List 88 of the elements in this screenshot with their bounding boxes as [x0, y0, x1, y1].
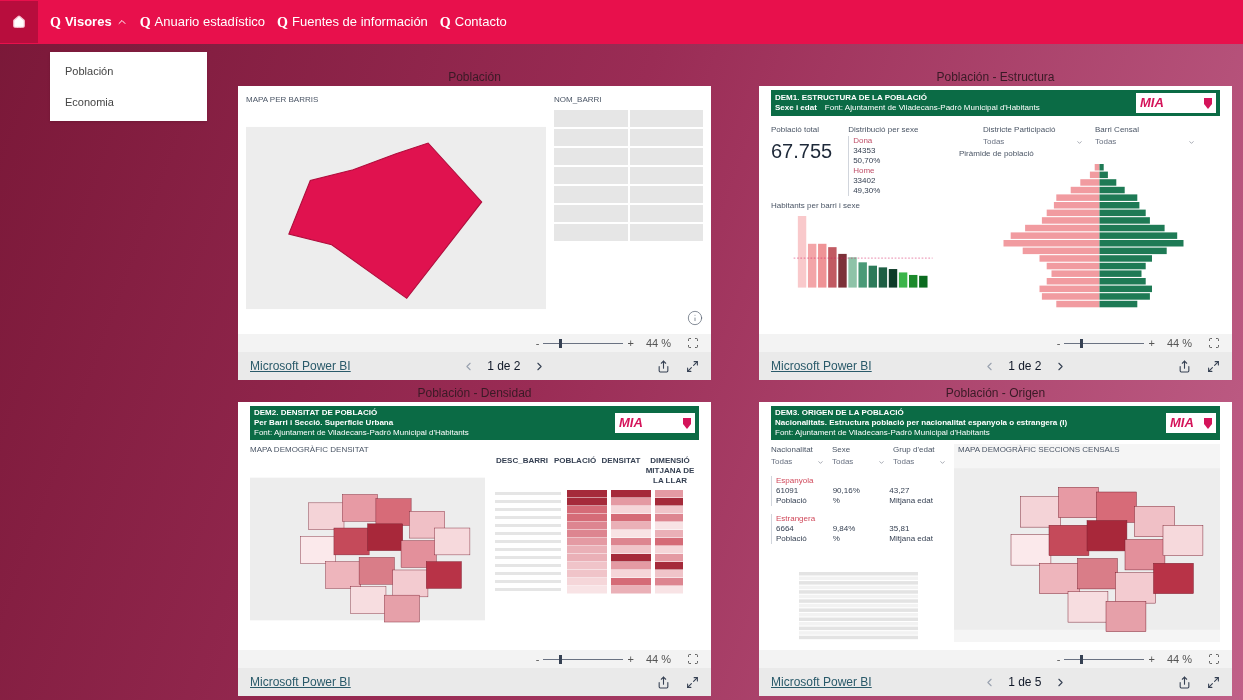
panel-title: Población - Estructura	[935, 69, 1056, 86]
filter-label: Barri Censal	[1095, 124, 1140, 136]
report-source: Font: Ajuntament de Viladecans-Padró Municipal d'Habitants	[824, 103, 1040, 113]
q-logo-mark: Q	[139, 13, 151, 32]
zoom-in-control[interactable]: +	[627, 334, 634, 352]
column-header: POBLACIÓ	[553, 456, 597, 467]
group-count: 61091	[776, 486, 800, 496]
report-source: Font: Ajuntament de Viladecans-Padró Municipal d'Habitants	[775, 428, 990, 438]
zoom-reading: 44 %	[645, 335, 671, 351]
filter-dropdown[interactable]: Todas	[1095, 136, 1195, 148]
zoom-reading: 44 %	[645, 651, 671, 667]
filter-label: Districte Participació	[983, 124, 1057, 136]
logo-text: MIA	[1140, 94, 1164, 113]
group-share: 9,84%	[832, 524, 857, 534]
nav-link[interactable]: Q Contacto	[439, 11, 507, 33]
group-share-label: %	[832, 534, 841, 544]
logo-text: MIA	[619, 414, 643, 433]
q-logo-mark: Q	[439, 13, 451, 32]
panel-title: Población - Origen	[944, 385, 1047, 402]
report-title: DEM2. DENSITAT DE POBLACIÓ	[254, 408, 379, 418]
power-bi-link[interactable]: Microsoft Power BI	[250, 357, 351, 375]
sex-count: 34353	[853, 146, 877, 156]
zoom-in-control[interactable]: +	[1148, 334, 1155, 352]
power-bi-link[interactable]: Microsoft Power BI	[771, 357, 872, 375]
zoom-out-control[interactable]: -	[1056, 650, 1061, 668]
sex-count: 33402	[853, 176, 877, 186]
menu-item[interactable]: Población	[50, 56, 207, 87]
zoom-in-control[interactable]: +	[627, 650, 634, 668]
sex-share: 50,70%	[853, 156, 882, 166]
column-header: DIMENSIÓ MITJANA DE LA LLAR	[645, 456, 695, 486]
zoom-out-control[interactable]: -	[1056, 334, 1061, 352]
page-indicator: 1 de 5	[1008, 674, 1042, 691]
zoom-reading: 44 %	[1166, 335, 1192, 351]
column-header: DENSITAT	[600, 456, 642, 467]
sex-label: Dona	[853, 136, 874, 146]
report-title: DEM1. ESTRUCTURA DE LA POBLACIÓ	[775, 93, 928, 103]
column-header: DESC_BARRI	[495, 456, 549, 467]
zoom-out-control[interactable]: -	[535, 650, 540, 668]
group-label: Espanyola	[776, 476, 815, 486]
zoom-out-control[interactable]: -	[535, 334, 540, 352]
nav-link[interactable]: Q Fuentes de información	[277, 11, 428, 33]
sex-label: Home	[853, 166, 876, 176]
sex-share: 49,30%	[853, 186, 882, 196]
group-age: 43,27	[889, 486, 911, 496]
page-indicator: 1 de 2	[487, 358, 521, 375]
panel-title: Población	[447, 69, 502, 86]
filter-dropdown[interactable]: Todas	[771, 456, 824, 468]
map-title: MAPA DEMOGRÀFIC DENSITAT	[250, 444, 370, 456]
group-label: Estrangera	[776, 514, 817, 524]
filter-label: Sexe	[832, 444, 852, 456]
group-count: 6664	[776, 524, 795, 534]
report-subtitle: Sexe i edat	[775, 103, 817, 113]
report-source: Font: Ajuntament de Viladecans-Padró Municipal d'Habitants	[254, 428, 469, 438]
group-share-label: %	[832, 496, 841, 506]
report-subtitle: Nacionalitats. Estructura població per nacionalitat espanyola o estrangera (I)	[775, 418, 1068, 428]
group-age-label: Mitjana edat	[889, 496, 934, 506]
group-share: 90,16%	[832, 486, 861, 496]
slicer-title: NOM_BARRI	[554, 94, 603, 106]
nav-link[interactable]: Q Anuario estadístico	[139, 11, 266, 33]
menu-item[interactable]: Economia	[50, 86, 207, 117]
group-age: 35,81	[889, 524, 911, 534]
zoom-in-control[interactable]: +	[1148, 650, 1155, 668]
q-logo-mark: Q	[277, 13, 288, 32]
filter-dropdown[interactable]: Todas	[983, 136, 1083, 148]
nav-link[interactable]: Q Visores	[50, 11, 128, 33]
chart-title: Habitants per barri i sexe	[771, 200, 861, 212]
q-logo-mark: Q	[50, 13, 61, 32]
map-title: MAPA DEMOGRÀFIC SECCIONS CENSALS	[957, 444, 1121, 456]
zoom-reading: 44 %	[1166, 651, 1192, 667]
logo-text: MIA	[1170, 414, 1194, 433]
power-bi-link[interactable]: Microsoft Power BI	[771, 673, 872, 691]
filter-label: Nacionalitat	[771, 444, 814, 456]
page-indicator: 1 de 2	[1008, 358, 1042, 375]
kpi-value: 67.755	[771, 139, 833, 164]
filter-dropdown[interactable]: Todas	[832, 456, 885, 468]
group-count-label: Població	[776, 496, 808, 506]
group-count-label: Població	[776, 534, 808, 544]
filter-dropdown[interactable]: Todas	[893, 456, 946, 468]
power-bi-link[interactable]: Microsoft Power BI	[250, 673, 351, 691]
report-subtitle: Per Barri i Secció. Superficie Urbana	[254, 418, 394, 428]
chart-title: Piràmide de població	[959, 148, 1035, 160]
panel-title: Población - Densidad	[416, 385, 533, 402]
map-title: MAPA PER BARRIS	[246, 94, 320, 106]
report-title: DEM3. ORIGEN DE LA POBLACIÓ	[775, 408, 905, 418]
filter-label: Grup d'edat	[893, 444, 936, 456]
section-title: Distribució per sexe	[848, 124, 919, 136]
group-age-label: Mitjana edat	[889, 534, 934, 544]
kpi-label: Població total	[771, 124, 821, 136]
